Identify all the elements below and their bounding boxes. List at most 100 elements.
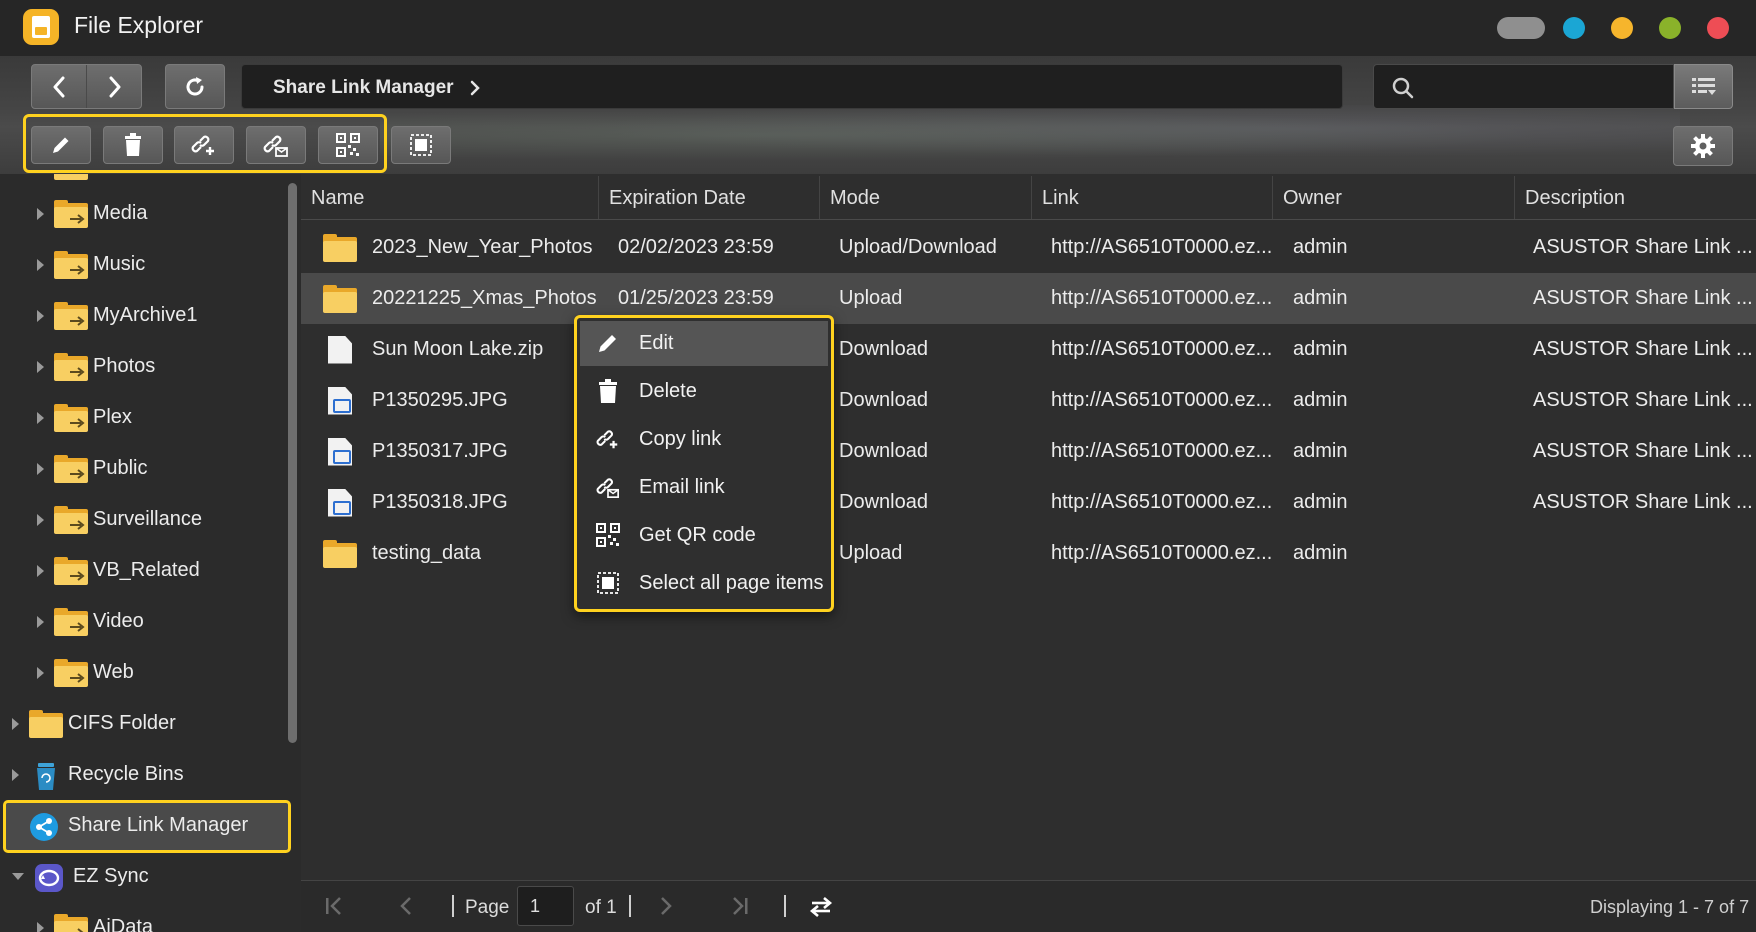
search-input[interactable] — [1426, 73, 1666, 101]
expand-arrow-icon[interactable] — [37, 921, 44, 932]
window-maximize-button[interactable] — [1659, 17, 1681, 39]
table-row[interactable]: 2023_New_Year_Photos 02/02/2023 23:59 Uplo… — [301, 222, 1756, 273]
context-menu-edit[interactable]: Edit — [580, 321, 828, 366]
expand-arrow-icon[interactable] — [37, 360, 44, 373]
last-page-icon[interactable] — [730, 895, 750, 917]
sidebar-item-label: Music — [93, 253, 146, 275]
cell-owner: admin — [1293, 491, 1348, 513]
sidebar-item-video[interactable]: Video — [37, 596, 144, 647]
search-icon — [1392, 77, 1414, 99]
column-header-mode[interactable]: Mode — [820, 176, 1032, 220]
window-close-button[interactable] — [1707, 17, 1729, 39]
sidebar-item-surveillance[interactable]: Surveillance — [37, 494, 202, 545]
shared-folder-icon — [54, 556, 88, 585]
sidebar-item-vb-related[interactable]: VB_Related — [37, 545, 200, 596]
refresh-button[interactable] — [165, 64, 225, 109]
page-label: Page — [465, 897, 510, 918]
breadcrumb-item[interactable]: Share Link Manager — [273, 77, 454, 99]
table-row[interactable]: P1350318.JPG Download http://AS6510T0000.e… — [301, 477, 1756, 528]
sidebar-item-music[interactable]: Music — [37, 239, 145, 290]
sidebar-item-public[interactable]: Public — [37, 443, 147, 494]
column-header-description[interactable]: Description — [1515, 176, 1756, 220]
next-page-icon[interactable] — [658, 895, 674, 917]
collapse-arrow-icon[interactable] — [12, 873, 24, 880]
delete-button[interactable] — [103, 126, 163, 164]
sidebar-item-share-link-manager[interactable]: Share Link Manager — [12, 800, 248, 851]
sidebar-item-recycle-bins[interactable]: Recycle Bins — [12, 749, 184, 800]
context-menu-label: Delete — [639, 380, 697, 402]
sidebar-item-myarchive1[interactable]: MyArchive1 — [37, 290, 197, 341]
column-header-owner[interactable]: Owner — [1273, 176, 1515, 220]
copy-link-button[interactable] — [174, 126, 234, 164]
cell-link: http://AS6510T0000.ez... — [1051, 236, 1273, 258]
window-help-button[interactable] — [1563, 17, 1585, 39]
cell-owner: admin — [1293, 236, 1348, 258]
sidebar-item-web[interactable]: Web — [37, 647, 134, 698]
expand-arrow-icon[interactable] — [37, 666, 44, 679]
qr-code-button[interactable] — [318, 126, 378, 164]
search-box — [1373, 64, 1674, 109]
shared-folder-icon — [54, 352, 88, 381]
expand-arrow-icon[interactable] — [12, 717, 19, 730]
column-header-name[interactable]: Name — [301, 176, 599, 220]
email-link-button[interactable] — [246, 126, 306, 164]
table-row[interactable]: Sun Moon Lake.zip Download http://AS6510T0… — [301, 324, 1756, 375]
first-page-icon[interactable] — [324, 895, 344, 917]
gear-icon — [1691, 134, 1715, 158]
cell-link: http://AS6510T0000.ez... — [1051, 440, 1273, 462]
edit-icon — [53, 137, 69, 153]
navigation-group — [31, 64, 142, 109]
edit-button[interactable] — [31, 126, 91, 164]
sidebar-item-media[interactable]: Media — [37, 188, 147, 239]
table-row[interactable]: testing_data Upload http://AS6510T0000.ez.… — [301, 528, 1756, 579]
forward-button[interactable] — [87, 65, 142, 108]
previous-page-icon[interactable] — [398, 895, 414, 917]
context-menu-copy-link[interactable]: Copy link — [580, 417, 828, 462]
table-row[interactable]: P1350295.JPG Download http://AS6510T0000.e… — [301, 375, 1756, 426]
sidebar-item-ez-sync[interactable]: EZ Sync — [12, 851, 149, 902]
page-number-input[interactable] — [517, 886, 574, 926]
cell-mode: Upload — [839, 542, 903, 564]
table-row[interactable]: 20221225_Xmas_Photos 01/25/2023 23:59 Uplo… — [301, 273, 1756, 324]
context-menu-delete[interactable]: Delete — [580, 369, 828, 414]
chevron-right-icon[interactable] — [469, 79, 481, 97]
sidebar-item-cifs-folder[interactable]: CIFS Folder — [12, 698, 176, 749]
cell-link: http://AS6510T0000.ez... — [1051, 287, 1273, 309]
image-file-icon — [323, 375, 352, 426]
app-title: File Explorer — [74, 12, 204, 38]
expand-arrow-icon[interactable] — [37, 615, 44, 628]
cell-name: P1350317.JPG — [372, 440, 508, 462]
settings-button[interactable] — [1673, 126, 1733, 166]
window-minimize-button[interactable] — [1611, 17, 1633, 39]
table-row[interactable]: P1350317.JPG Download http://AS6510T0000.e… — [301, 426, 1756, 477]
expand-arrow-icon[interactable] — [37, 411, 44, 424]
share-link-icon — [29, 812, 63, 841]
column-header-expiration[interactable]: Expiration Date — [599, 176, 820, 220]
sidebar-scrollbar[interactable] — [288, 183, 297, 743]
context-menu-select-all[interactable]: Select all page items — [580, 561, 828, 606]
sidebar-item-aidata[interactable]: AiData — [37, 902, 153, 932]
expand-arrow-icon[interactable] — [37, 462, 44, 475]
sidebar-item-label: Video — [93, 610, 144, 632]
sidebar-item-photos[interactable]: Photos — [37, 341, 155, 392]
shared-folder-icon — [54, 301, 88, 330]
expand-arrow-icon[interactable] — [12, 768, 19, 781]
context-menu-qr-code[interactable]: Get QR code — [580, 513, 828, 558]
expand-arrow-icon[interactable] — [37, 513, 44, 526]
column-header-link[interactable]: Link — [1032, 176, 1273, 220]
context-menu-email-link[interactable]: Email link — [580, 465, 828, 510]
expand-arrow-icon[interactable] — [37, 258, 44, 271]
select-all-button[interactable] — [391, 126, 451, 164]
edit-icon — [599, 335, 616, 352]
expand-arrow-icon[interactable] — [37, 309, 44, 322]
back-button[interactable] — [32, 65, 87, 108]
partial-folder-icon — [54, 174, 88, 180]
window-toggle-button[interactable] — [1497, 17, 1545, 39]
expand-arrow-icon[interactable] — [37, 564, 44, 577]
sidebar-item-plex[interactable]: Plex — [37, 392, 132, 443]
sidebar-item-label: AiData — [93, 916, 154, 932]
view-mode-button[interactable] — [1674, 64, 1733, 109]
reload-icon[interactable] — [808, 895, 834, 919]
sidebar-item-label: Media — [93, 202, 148, 224]
expand-arrow-icon[interactable] — [37, 207, 44, 220]
